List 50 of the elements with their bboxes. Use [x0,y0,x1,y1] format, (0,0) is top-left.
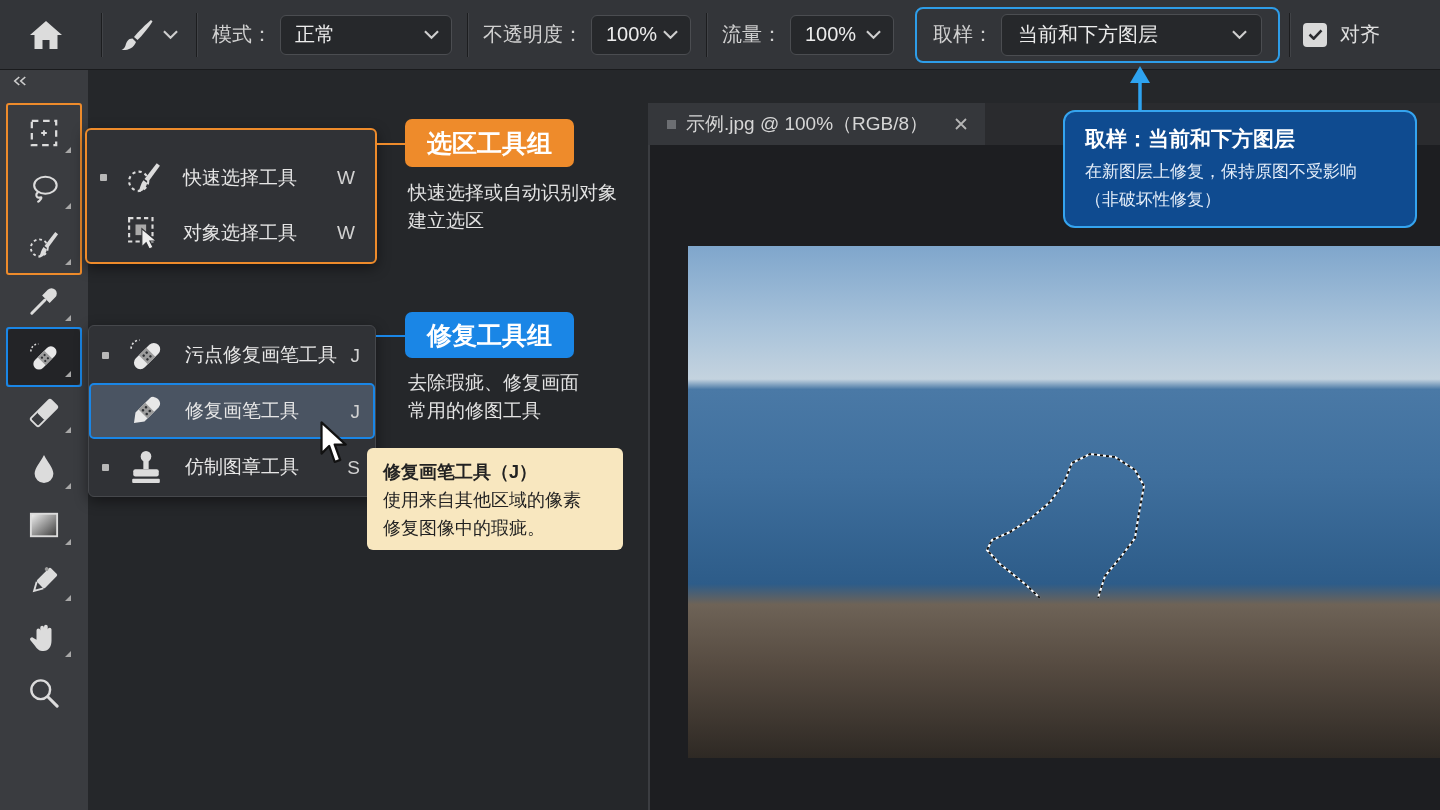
flyout-menu-item[interactable]: 仿制图章工具 S [89,439,375,495]
group-tag: 修复工具组 [405,312,574,358]
group-description: 快速选择或自动识别对象建立选区 [408,181,618,233]
flyout-menu-item[interactable]: 修复画笔工具 J [89,383,375,439]
dropdown-label: 流量： [722,22,782,47]
dropdown-label: 取样： [933,22,993,47]
brush-icon [120,18,153,51]
chevron-down-icon [866,29,881,40]
connector-line [376,335,405,337]
dropdown[interactable]: 100% [790,14,894,55]
dashed-circle-brush-icon [127,160,161,195]
dropdown[interactable]: 正常 [280,14,452,55]
document-tab[interactable]: 示例.jpg @ 100%（RGB/8） [648,103,985,145]
shortcut-key: W [337,223,355,242]
flyout-menu-item[interactable]: 污点修复画笔工具 J [89,327,375,383]
search-icon [29,678,59,708]
callout-title: 取样：当前和下方图层 [1085,125,1296,152]
tooltip-title: 修复画笔工具（J） [383,461,538,484]
chevron-down-icon [162,29,178,40]
shortcut-key: J [350,401,360,421]
group-tag: 选区工具组 [405,119,574,167]
group-description: 去除瑕疵、修复画面常用的修图工具 [408,371,580,423]
shortcut-key: S [347,457,360,477]
home-icon [30,19,62,50]
shortcut-key: J [350,345,360,365]
check-icon [1307,29,1323,40]
dashed-circle-brush-icon [29,230,59,260]
dropdown-label: 模式： [212,22,272,47]
mouse-pointer-icon [320,421,348,464]
gradient-square-icon [29,510,59,540]
square-icon [667,119,676,129]
collapse-chevrons-icon[interactable] [13,76,27,86]
flyout-menu-item[interactable]: 对象选择工具 W [87,205,375,260]
eraser-icon [29,398,59,428]
chevron-down-icon [663,29,679,40]
checkbox-label: 对齐 [1340,22,1380,47]
stamp-icon [129,450,163,484]
eyedropper-icon [29,286,59,316]
dropdown-label: 不透明度： [483,22,583,47]
callout-text: 在新图层上修复，保持原图不受影响（非破坏性修复） [1085,160,1358,211]
shortcut-key: W [337,168,355,187]
checkbox[interactable] [1303,22,1327,47]
tooltip-text: 使用来自其他区域的像素修复图像中的瑕疵。 [383,489,582,540]
dropdown[interactable]: 当前和下方图层 [1001,13,1262,56]
close-icon[interactable] [955,118,967,130]
flyout-menu-item[interactable]: 快速选择工具 W [87,150,375,205]
dropdown[interactable]: 100% [591,14,691,55]
dashed-square-icon [29,118,59,148]
chevron-down-icon [1232,29,1247,40]
chevron-down-icon [424,29,439,40]
